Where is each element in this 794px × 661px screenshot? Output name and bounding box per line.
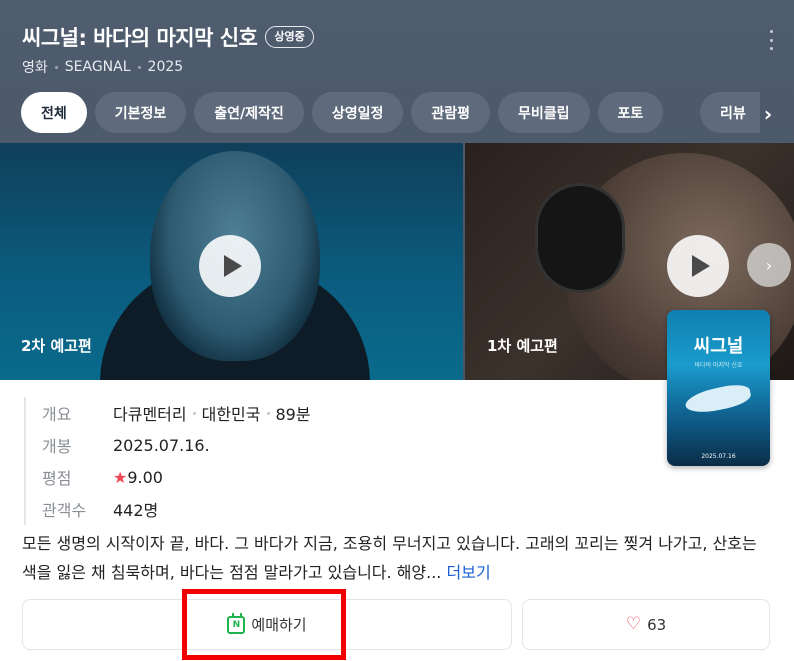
booking-label: 예매하기 [251, 616, 307, 634]
info-key: 개요 [42, 405, 72, 424]
synopsis-text: 모든 생명의 시작이자 끝, 바다. 그 바다가 지금, 조용히 무너지고 있습… [22, 534, 757, 582]
play-icon[interactable] [667, 235, 729, 297]
tab-review-posts[interactable]: 리뷰 [700, 92, 760, 133]
info-key: 개봉 [42, 437, 72, 456]
like-count: 63 [647, 615, 667, 634]
like-button[interactable]: ♡ 63 [522, 599, 770, 650]
info-row-rating: 평점 ★ 9.00 [42, 461, 311, 493]
tab-basic-info[interactable]: 기본정보 [94, 92, 187, 133]
poster-title: 씨그널 [693, 336, 744, 357]
runtime: 89분 [275, 405, 311, 424]
poster-subtitle: 바다의 마지막 신호 [694, 362, 743, 369]
info-value: 다큐멘터리 대한민국 89분 [113, 401, 311, 425]
chevron-right-icon[interactable]: › [756, 102, 780, 126]
genre: 다큐멘터리 [113, 405, 187, 424]
info-key: 관객수 [42, 501, 87, 520]
movie-meta: 영화 SEAGNAL 2025 [22, 57, 183, 77]
info-row-overview: 개요 다큐멘터리 대한민국 89분 [42, 397, 311, 429]
play-icon[interactable] [199, 235, 261, 297]
release-date: 2025.07.16. [113, 435, 210, 455]
more-vertical-icon[interactable] [768, 30, 774, 50]
booking-button[interactable]: N 예매하기 [22, 599, 512, 650]
video-label: 2차 예고편 [21, 337, 92, 355]
tab-photos[interactable]: 포토 [597, 92, 664, 133]
info-row-audience: 관객수 442명 [42, 493, 311, 525]
tab-all[interactable]: 전체 [21, 92, 87, 133]
info-key: 평점 [42, 469, 72, 488]
more-link[interactable]: 더보기 [447, 563, 491, 582]
movie-title[interactable]: 씨그널: 바다의 마지막 신호 [22, 22, 258, 52]
video-thumbnail-art [535, 183, 625, 293]
tab-showtimes[interactable]: 상영일정 [311, 92, 404, 133]
tab-reviews[interactable]: 관람평 [411, 92, 490, 133]
star-icon: ★ [113, 467, 128, 487]
video-label: 1차 예고편 [487, 337, 558, 355]
rating-value[interactable]: ★ 9.00 [113, 468, 163, 487]
meta-separator [54, 65, 58, 69]
tab-bar: 전체 기본정보 출연/제작진 상영일정 관람평 무비클립 포토 [21, 92, 664, 133]
video-trailer-2[interactable]: 2차 예고편 [0, 143, 463, 380]
meta-year: 2025 [147, 59, 184, 75]
movie-info: 개요 다큐멘터리 대한민국 89분 개봉 2025.07.16. 평점 ★ 9.0… [24, 397, 311, 525]
tab-movie-clips[interactable]: 무비클립 [497, 92, 590, 133]
info-row-release: 개봉 2025.07.16. [42, 429, 311, 461]
tab-cast-crew[interactable]: 출연/제작진 [194, 92, 304, 133]
synopsis: 모든 생명의 시작이자 끝, 바다. 그 바다가 지금, 조용히 무너지고 있습… [22, 529, 774, 587]
rating-number: 9.00 [127, 467, 163, 487]
calendar-icon: N [227, 612, 246, 634]
title-row: 씨그널: 바다의 마지막 신호 상영중 [22, 22, 314, 52]
audience-count: 442명 [113, 501, 159, 520]
status-badge: 상영중 [265, 26, 314, 48]
meta-english-title: SEAGNAL [64, 59, 131, 75]
carousel-next-icon[interactable]: › [747, 243, 791, 287]
dolphin-illustration [683, 381, 753, 417]
meta-separator [137, 65, 141, 69]
heart-icon: ♡ [625, 614, 642, 634]
meta-category: 영화 [22, 60, 48, 76]
info-separator [266, 411, 270, 415]
info-separator [192, 411, 196, 415]
movie-poster[interactable]: 씨그널 바다의 마지막 신호 2025.07.16 [667, 310, 770, 466]
poster-date: 2025.07.16 [701, 453, 736, 460]
tab-overflow: 리뷰 [700, 92, 760, 133]
country: 대한민국 [201, 405, 261, 424]
